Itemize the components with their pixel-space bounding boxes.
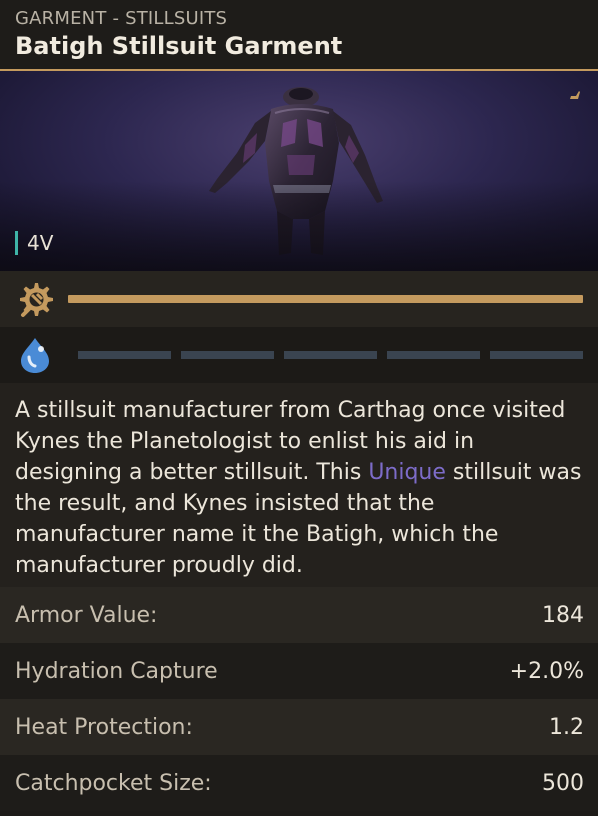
hydration-row — [0, 327, 598, 383]
durability-gear-icon — [20, 283, 53, 317]
hydration-segments — [78, 351, 583, 359]
stat-value: 184 — [542, 602, 584, 628]
stat-label: Heat Protection: — [15, 714, 193, 740]
stat-label: Armor Value: — [15, 602, 158, 628]
hydration-segment — [490, 351, 583, 359]
item-tier: 4V — [15, 231, 53, 255]
item-preview: 4V — [0, 71, 598, 271]
hydration-segment — [387, 351, 480, 359]
hydration-segment — [181, 351, 274, 359]
item-description: A stillsuit manufacturer from Carthag on… — [0, 383, 598, 587]
item-name: Batigh Stillsuit Garment — [15, 32, 343, 60]
water-drop-icon — [21, 338, 49, 373]
tooltip-header: GARMENT - STILLSUITS Batigh Stillsuit Ga… — [0, 0, 598, 71]
stat-row-hydration-capture: Hydration Capture +2.0% — [0, 643, 598, 699]
hydration-segment — [78, 351, 171, 359]
unique-mark-icon — [570, 91, 580, 99]
stat-row-heat-protection: Heat Protection: 1.2 — [0, 699, 598, 755]
durability-row — [0, 271, 598, 327]
durability-bar — [68, 295, 583, 303]
tier-indicator — [15, 231, 18, 255]
hydration-segment — [284, 351, 377, 359]
tier-label: 4V — [27, 231, 54, 255]
stat-row-catchpocket-size: Catchpocket Size: 500 — [0, 755, 598, 811]
item-category: GARMENT - STILLSUITS — [15, 8, 228, 29]
stat-row-armor-value: Armor Value: 184 — [0, 587, 598, 643]
stat-value: 500 — [542, 770, 584, 796]
stat-value: +2.0% — [509, 658, 584, 684]
item-tooltip: GARMENT - STILLSUITS Batigh Stillsuit Ga… — [0, 0, 598, 816]
stat-label: Hydration Capture — [15, 658, 218, 684]
item-stats: Armor Value: 184 Hydration Capture +2.0%… — [0, 587, 598, 811]
rarity-keyword: Unique — [368, 460, 446, 485]
stat-label: Catchpocket Size: — [15, 770, 212, 796]
stat-value: 1.2 — [549, 714, 584, 740]
